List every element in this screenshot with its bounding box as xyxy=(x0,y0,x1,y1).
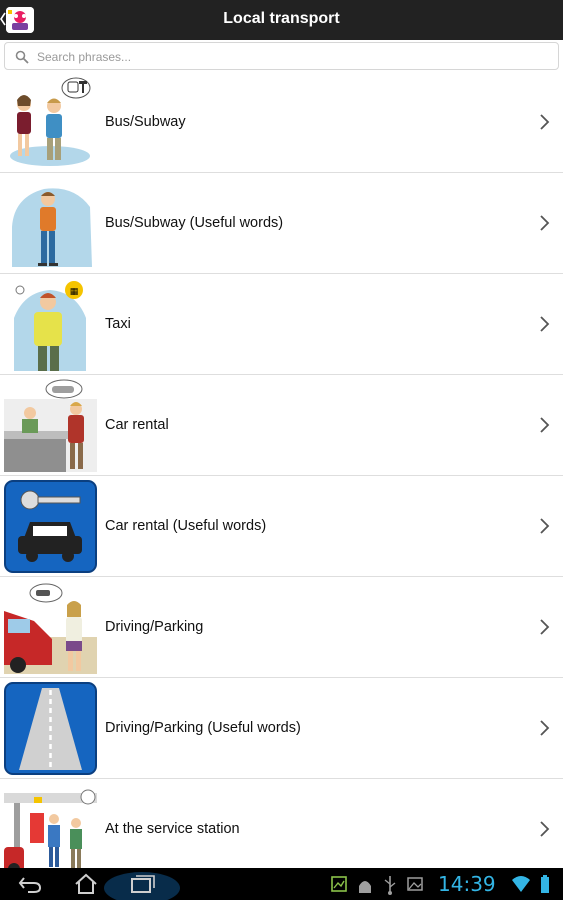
list-item-label: At the service station xyxy=(105,821,240,837)
driving-parking-illustration xyxy=(4,581,97,674)
list-item-label: Driving/Parking (Useful words) xyxy=(105,720,301,736)
search-box[interactable] xyxy=(4,42,559,70)
search-input[interactable] xyxy=(37,47,537,67)
back-icon[interactable] xyxy=(16,868,44,900)
list-item-car-rental[interactable]: Car rental xyxy=(0,375,563,476)
image-notification-icon xyxy=(407,877,423,891)
list-item-label: Car rental (Useful words) xyxy=(105,518,267,534)
recent-apps-icon[interactable] xyxy=(104,868,180,900)
service-station-illustration xyxy=(4,783,97,868)
man-standing-illustration xyxy=(4,177,97,270)
chevron-right-icon xyxy=(540,417,550,433)
home-icon[interactable] xyxy=(72,868,100,900)
android-debug-icon xyxy=(359,881,371,893)
list-item-label: Bus/Subway xyxy=(105,114,186,130)
chevron-right-icon xyxy=(540,215,550,231)
bus-subway-illustration xyxy=(4,76,97,169)
list-item-bus-subway-useful-words[interactable]: Bus/Subway (Useful words) xyxy=(0,173,563,274)
list-item-taxi[interactable]: ▦ Taxi xyxy=(0,274,563,375)
list-item-label: Driving/Parking xyxy=(105,619,204,635)
chevron-right-icon xyxy=(540,114,550,130)
phrase-category-list: Bus/Subway Bus/Subway (Useful words) ▦ T… xyxy=(0,72,563,868)
taxi-illustration: ▦ xyxy=(4,278,97,371)
battery-icon xyxy=(541,875,549,893)
list-item-label: Bus/Subway (Useful words) xyxy=(105,215,284,231)
list-item-driving-parking-useful-words[interactable]: Driving/Parking (Useful words) xyxy=(0,678,563,779)
action-bar: Local transport xyxy=(0,0,563,40)
chevron-right-icon xyxy=(540,821,550,837)
wifi-icon xyxy=(512,876,530,892)
list-item-car-rental-useful-words[interactable]: Car rental (Useful words) xyxy=(0,476,563,577)
system-navigation-bar: 14:39 xyxy=(0,868,563,900)
chevron-right-icon xyxy=(540,518,550,534)
svg-text:▦: ▦ xyxy=(70,287,79,297)
list-item-bus-subway[interactable]: Bus/Subway xyxy=(0,72,563,173)
app-window: Local transport Search phrases... Bus/Su… xyxy=(0,0,563,900)
list-item-driving-parking[interactable]: Driving/Parking xyxy=(0,577,563,678)
usb-icon xyxy=(384,876,396,895)
page-title: Local transport xyxy=(223,10,340,27)
search-icon xyxy=(15,50,29,64)
list-item-at-the-service-station[interactable]: At the service station xyxy=(0,779,563,868)
car-rental-desk-illustration xyxy=(4,379,97,472)
chevron-right-icon xyxy=(540,316,550,332)
chevron-right-icon xyxy=(540,720,550,736)
car-key-icon xyxy=(4,480,97,573)
list-item-label: Taxi xyxy=(105,316,131,332)
clock: 14:39 xyxy=(438,872,496,896)
chevron-right-icon xyxy=(540,619,550,635)
screenshot-notification-icon xyxy=(331,876,347,892)
list-item-label: Car rental xyxy=(105,417,169,433)
road-icon xyxy=(4,682,97,775)
